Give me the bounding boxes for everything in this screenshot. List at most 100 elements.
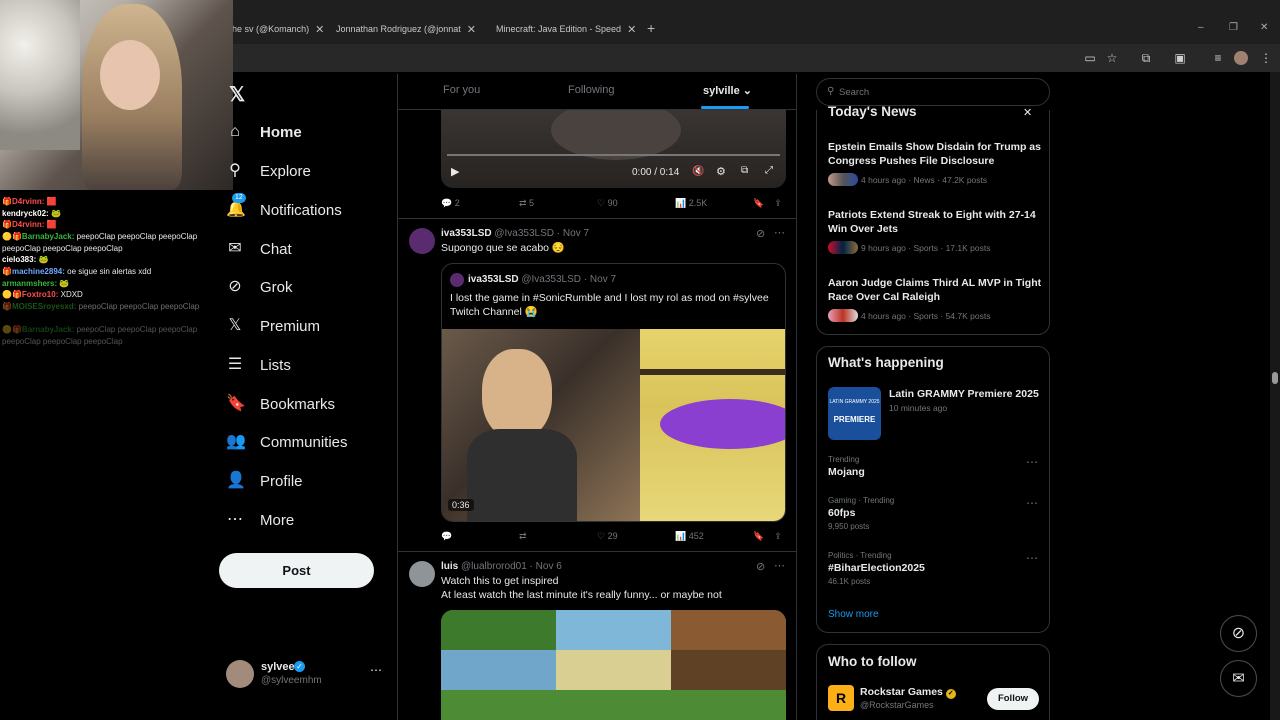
post-media[interactable] bbox=[441, 610, 786, 720]
share-icon[interactable]: ⇪ bbox=[774, 531, 782, 542]
nav-item-premium[interactable]: 𝕏 Premium bbox=[226, 311, 320, 341]
page-scrollbar[interactable] bbox=[1270, 72, 1280, 720]
browser-tab-3[interactable]: Minecraft: Java Edition - Speed ✕ bbox=[490, 16, 636, 42]
stream-chat: 🎁D4rvinn: 🟥 kendryck02: 🐸 🎁D4rvinn: 🟥 🟡🎁… bbox=[2, 196, 238, 347]
avatar[interactable] bbox=[409, 228, 435, 254]
more-options-icon[interactable]: ⋯ bbox=[1026, 496, 1038, 510]
event-thumbnail[interactable]: LATIN GRAMMY 2025 PREMIERE bbox=[828, 387, 881, 440]
tab-following[interactable]: Following bbox=[568, 84, 614, 96]
bell-icon: 🔔 12 bbox=[226, 193, 246, 218]
show-more-link[interactable]: Show more bbox=[828, 609, 879, 620]
grok-float-button[interactable]: ⊘ bbox=[1220, 615, 1257, 652]
play-icon[interactable]: ▶ bbox=[451, 165, 459, 178]
sidebar-icon[interactable]: ▣ bbox=[1172, 50, 1188, 66]
settings-icon[interactable]: ⚙ bbox=[716, 165, 726, 178]
author-name[interactable]: luis bbox=[441, 561, 458, 572]
event-title[interactable]: Latin GRAMMY Premiere 2025 bbox=[889, 388, 1039, 400]
nav-item-communities[interactable]: 👥 Communities bbox=[226, 427, 348, 457]
repost-button[interactable]: ⇄ 5 bbox=[519, 198, 597, 209]
nav-item-grok[interactable]: ⊘ Grok bbox=[226, 272, 292, 302]
x-logo-icon[interactable]: 𝕏 bbox=[229, 82, 245, 107]
playlist-icon[interactable]: ≡ bbox=[1210, 50, 1226, 66]
views-count[interactable]: 📊 452 bbox=[675, 531, 753, 542]
close-icon[interactable]: ✕ bbox=[1023, 106, 1032, 119]
share-icon[interactable]: ⇪ bbox=[774, 198, 782, 209]
follow-name[interactable]: Rockstar Games ✓ bbox=[860, 686, 956, 699]
news-item[interactable]: Epstein Emails Show Disdain for Trump as… bbox=[828, 141, 1043, 186]
more-options-icon[interactable]: ⋯ bbox=[1026, 455, 1038, 469]
account-name: sylvee bbox=[261, 661, 295, 673]
quoted-post[interactable]: iva353LSD @Iva353LSD · Nov 7 I lost the … bbox=[441, 263, 786, 522]
post-header: iva353LSD @Iva353LSD · Nov 7 bbox=[441, 228, 589, 239]
extensions-icon[interactable]: ⧉ bbox=[1138, 50, 1154, 66]
more-options-icon[interactable]: ⋯ bbox=[774, 226, 785, 239]
star-icon[interactable]: ☆ bbox=[1104, 50, 1120, 66]
person-body bbox=[467, 429, 577, 521]
mute-icon[interactable]: 🔇 bbox=[692, 166, 704, 177]
nav-item-explore[interactable]: ⚲ Explore bbox=[226, 156, 311, 186]
close-window-button[interactable]: ✕ bbox=[1260, 22, 1268, 33]
video-player[interactable]: ▶ 0:00 / 0:14 🔇 ⚙ ⧉ ⤢ bbox=[441, 110, 786, 188]
tab-sylville[interactable]: sylville ⌄ bbox=[703, 84, 752, 97]
nav-item-chat[interactable]: ✉ Chat bbox=[226, 234, 291, 264]
news-item[interactable]: Patriots Extend Streak to Eight with 27-… bbox=[828, 209, 1043, 254]
rockstar-logo-icon[interactable]: R bbox=[828, 685, 854, 711]
browser-tab-2[interactable]: Jonnathan Rodriguez (@jonnat ✕ bbox=[330, 16, 476, 42]
pip-icon[interactable]: ⧉ bbox=[741, 165, 748, 176]
more-options-icon[interactable]: ⋯ bbox=[774, 559, 785, 572]
scrollbar-thumb[interactable] bbox=[1272, 372, 1278, 384]
video-progress[interactable] bbox=[447, 154, 780, 156]
post-date[interactable]: · Nov 7 bbox=[557, 228, 589, 239]
bookmark-icon[interactable]: 🔖 bbox=[753, 531, 764, 542]
repost-button[interactable]: ⇄ bbox=[519, 531, 597, 542]
messages-float-button[interactable]: ✉ bbox=[1220, 660, 1257, 697]
media-tile bbox=[671, 650, 786, 690]
reply-button[interactable]: 💬 2 bbox=[441, 198, 519, 209]
verified-gold-icon: ✓ bbox=[945, 689, 956, 699]
trend-item[interactable]: Trending Mojang ⋯ bbox=[828, 455, 1040, 478]
author-handle[interactable]: @Iva353LSD bbox=[494, 228, 554, 239]
nav-item-bookmarks[interactable]: 🔖 Bookmarks bbox=[226, 389, 335, 419]
grok-icon[interactable]: ⊘ bbox=[756, 560, 765, 573]
like-button[interactable]: ♡ 29 bbox=[597, 531, 675, 542]
more-options-icon[interactable]: ⋯ bbox=[370, 663, 382, 677]
install-app-icon[interactable]: ▭ bbox=[1082, 50, 1098, 66]
profile-avatar-icon[interactable] bbox=[1234, 51, 1248, 65]
search-input[interactable]: ⚲ Search bbox=[816, 78, 1050, 106]
close-tab-icon[interactable]: ✕ bbox=[315, 23, 324, 36]
reply-button[interactable]: 💬 bbox=[441, 531, 519, 542]
author-name[interactable]: iva353LSD bbox=[441, 228, 492, 239]
close-tab-icon[interactable]: ✕ bbox=[627, 23, 636, 36]
views-count[interactable]: 📊 2.5K bbox=[675, 198, 753, 209]
new-tab-button[interactable]: + bbox=[647, 20, 655, 36]
more-options-icon[interactable]: ⋯ bbox=[1026, 551, 1038, 565]
home-icon: ⌂ bbox=[230, 123, 240, 140]
video-duration: 0:36 bbox=[448, 499, 474, 511]
nav-item-lists[interactable]: ☰ Lists bbox=[226, 350, 291, 380]
nav-item-more[interactable]: ⋯ More bbox=[226, 505, 294, 535]
browser-tab-1[interactable]: he sv (@Komanch) ✕ bbox=[232, 16, 324, 42]
news-item[interactable]: Aaron Judge Claims Third AL MVP in Tight… bbox=[828, 277, 1043, 322]
nav-item-notifications[interactable]: 🔔 12 Notifications bbox=[226, 193, 342, 225]
close-tab-icon[interactable]: ✕ bbox=[467, 23, 476, 36]
bookmark-icon[interactable]: 🔖 bbox=[753, 198, 764, 209]
trend-item[interactable]: Politics · Trending #BiharElection2025 4… bbox=[828, 551, 1040, 586]
fullscreen-icon[interactable]: ⤢ bbox=[765, 165, 773, 176]
avatar[interactable] bbox=[409, 561, 435, 587]
follow-button[interactable]: Follow bbox=[987, 688, 1039, 710]
tab-for-you[interactable]: For you bbox=[443, 84, 480, 96]
trend-item[interactable]: Gaming · Trending 60fps 9,950 posts ⋯ bbox=[828, 496, 1040, 531]
account-switcher[interactable]: sylvee ✓ @sylveemhm ⋯ bbox=[226, 659, 386, 693]
like-button[interactable]: ♡ 90 bbox=[597, 198, 675, 209]
post-date[interactable]: · Nov 6 bbox=[530, 561, 562, 572]
post-button[interactable]: Post bbox=[219, 553, 374, 588]
nav-item-home[interactable]: ⌂ Home bbox=[226, 117, 302, 147]
nav-item-profile[interactable]: 👤 Profile bbox=[226, 466, 303, 496]
search-placeholder: Search bbox=[839, 87, 870, 98]
author-handle[interactable]: @lualbrorod01 bbox=[461, 561, 527, 572]
grok-icon[interactable]: ⊘ bbox=[756, 227, 765, 240]
avatar bbox=[450, 273, 464, 287]
minimize-button[interactable]: – bbox=[1198, 22, 1204, 33]
browser-menu-icon[interactable]: ⋮ bbox=[1258, 50, 1274, 66]
maximize-button[interactable]: ❐ bbox=[1229, 22, 1238, 33]
